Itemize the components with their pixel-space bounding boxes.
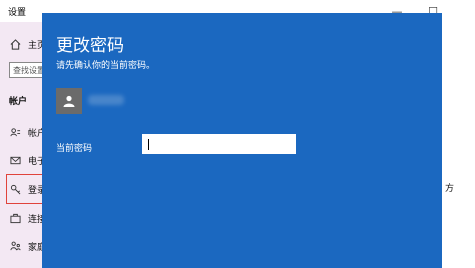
search-placeholder: 查找设置 (13, 66, 45, 75)
family-icon (9, 240, 21, 252)
current-password-input[interactable] (142, 134, 296, 154)
content-text-fragment: 方 (445, 184, 455, 194)
sidebar-item-home[interactable]: 主页 (0, 33, 46, 55)
person-icon (63, 95, 75, 107)
user-name (88, 95, 124, 105)
selection-highlight (6, 174, 44, 204)
dialog-title: 更改密码 (56, 36, 124, 56)
settings-content (443, 0, 475, 268)
briefcase-icon (9, 212, 21, 224)
section-title: 帐户 (9, 97, 28, 107)
home-icon (9, 38, 21, 50)
change-password-dialog: 更改密码 请先确认你的当前密码。 当前密码 (42, 13, 442, 268)
text-caret (148, 139, 149, 150)
sidebar-item-family[interactable]: 家庭 (0, 235, 46, 257)
sidebar-item-email[interactable]: 电子 (0, 149, 46, 171)
sidebar-item-account[interactable]: 帐户 (0, 121, 46, 143)
avatar (56, 88, 82, 114)
window-title: 设置 (8, 8, 27, 18)
current-password-label: 当前密码 (56, 144, 93, 154)
mail-icon (9, 154, 21, 166)
dialog-subtitle: 请先确认你的当前密码。 (56, 61, 156, 71)
person-card-icon (9, 126, 21, 138)
sidebar-item-work[interactable]: 连接 (0, 207, 46, 229)
